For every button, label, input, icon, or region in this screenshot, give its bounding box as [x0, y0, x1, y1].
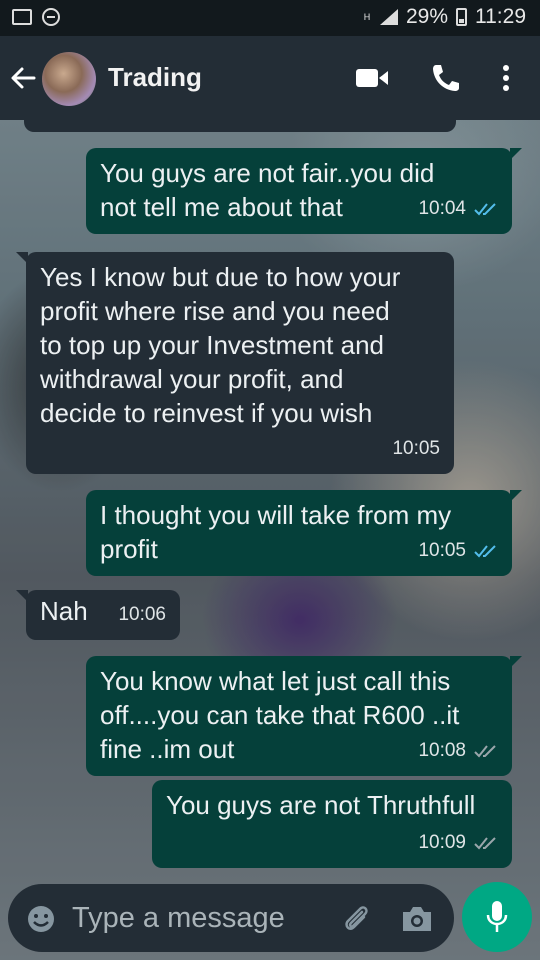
read-ticks-icon	[474, 545, 496, 558]
message-meta: 10:09	[418, 826, 498, 860]
battery-icon	[456, 8, 467, 26]
bubble-tail	[510, 490, 522, 502]
chat-header: Trading	[0, 36, 540, 120]
contact-avatar[interactable]	[42, 52, 96, 106]
message-meta: 10:05	[392, 432, 440, 466]
message-time: 10:05	[392, 438, 440, 459]
battery-percent: 29%	[405, 5, 448, 28]
signal-icon	[379, 9, 398, 25]
voice-call-icon[interactable]	[428, 60, 460, 96]
voice-message-button[interactable]	[462, 882, 532, 952]
message-bubble-incoming[interactable]: Yes I know but due to how your profit wh…	[16, 252, 454, 474]
message-bubble-outgoing[interactable]: You guys are not Thruthfull 10:09	[152, 780, 512, 868]
message-bubble-outgoing[interactable]: You guys are not fair..you did not tell …	[86, 148, 522, 234]
emoji-icon[interactable]	[26, 904, 56, 934]
message-time: 10:04	[418, 198, 466, 219]
microphone-icon	[486, 901, 508, 932]
camera-icon[interactable]	[400, 904, 434, 934]
network-type-indicator: H	[363, 11, 371, 22]
chat-title[interactable]: Trading	[108, 62, 202, 93]
message-time: 10:06	[118, 604, 166, 625]
message-bubble-incoming[interactable]: Nah 10:06	[16, 590, 180, 640]
attach-icon[interactable]	[340, 902, 372, 936]
message-bubble-outgoing[interactable]: I thought you will take from my profit 1…	[86, 490, 522, 576]
read-ticks-icon	[474, 203, 496, 216]
bubble-tail	[510, 148, 522, 160]
status-bar: H 29% 11:29	[0, 0, 540, 36]
message-meta: 10:05	[418, 534, 498, 568]
message-meta: 10:06	[118, 598, 166, 632]
bubble-tail	[510, 656, 522, 668]
more-options-icon[interactable]	[496, 60, 516, 96]
status-time: 11:29	[475, 5, 526, 28]
message-text: You guys are not Thruthfull	[166, 790, 476, 820]
message-time: 10:08	[418, 740, 466, 761]
message-bubble-outgoing[interactable]: You know what let just call this off....…	[86, 656, 522, 776]
do-not-disturb-icon	[42, 8, 60, 26]
back-arrow-icon[interactable]	[8, 60, 38, 96]
message-composer	[8, 884, 454, 952]
message-time: 10:05	[418, 540, 466, 561]
read-ticks-icon	[474, 837, 496, 850]
message-meta: 10:08	[418, 734, 498, 768]
video-call-icon[interactable]	[355, 66, 389, 90]
message-text: Yes I know but due to how your profit wh…	[40, 262, 401, 428]
read-ticks-icon	[474, 745, 496, 758]
gallery-notification-icon	[12, 9, 32, 25]
message-meta: 10:04	[418, 192, 498, 226]
message-time: 10:09	[418, 832, 466, 853]
message-input[interactable]	[72, 894, 322, 942]
previous-message-fragment	[24, 110, 456, 132]
bubble-tail	[16, 590, 28, 602]
bubble-tail	[16, 252, 28, 264]
